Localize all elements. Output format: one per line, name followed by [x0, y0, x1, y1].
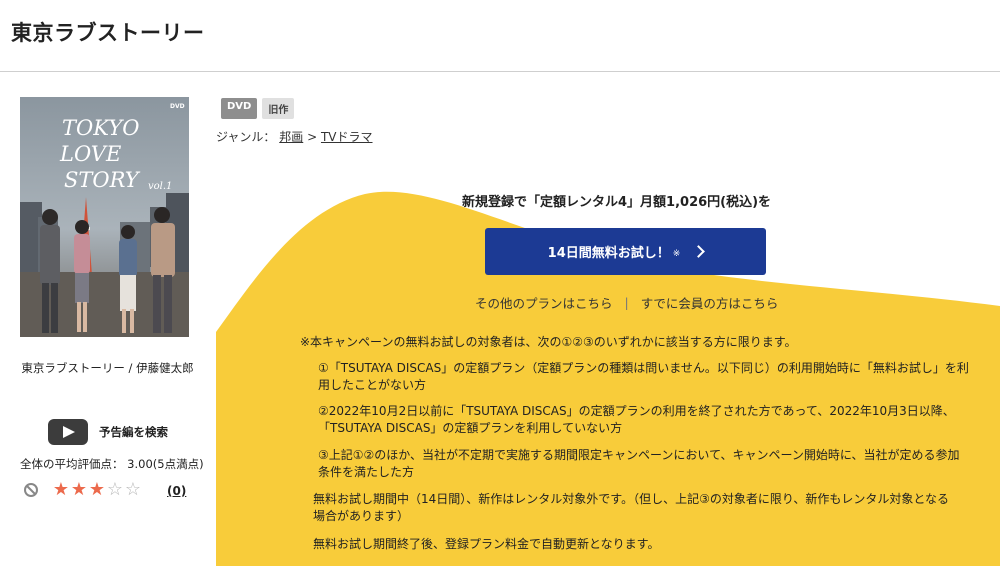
- terms-item-2b: 「TSUTAYA DISCAS」の定額プランを利用していない方: [318, 421, 623, 435]
- star-empty-icon: ☆: [124, 479, 142, 500]
- free-trial-note-mark: ※: [672, 248, 681, 259]
- play-icon: [48, 419, 88, 445]
- badge-old-release: 旧作: [262, 98, 295, 119]
- svg-text:vol.1: vol.1: [148, 181, 172, 192]
- terms-note-2: 無料お試し期間終了後、登録プラン料金で自動更新となります。: [313, 537, 660, 551]
- star-filled-icon: ★: [88, 479, 106, 500]
- terms-item-3a: ③上記①②のほか、当社が不定期で実施する期間限定キャンペーンにおいて、キャンペー…: [318, 448, 960, 462]
- chevron-right-icon: [692, 245, 706, 258]
- star-empty-icon: ☆: [106, 479, 124, 500]
- cover-art: TOKYO LOVE STORY vol.1 DVD: [20, 97, 189, 337]
- star-rating: ★ ★ ★ ☆ ☆: [52, 480, 142, 500]
- terms-note-1a: 無料お試し期間中（14日間）、新作はレンタル対象外です。（但し、上記③の対象者に…: [313, 492, 949, 506]
- review-count-link[interactable]: (0): [167, 484, 186, 498]
- promo-heading: 新規登録で「定額レンタル4」月額1,026円(税込)を: [462, 195, 772, 210]
- genre-prefix: ジャンル：: [216, 130, 276, 144]
- trailer-label: 予告編を検索: [99, 425, 168, 439]
- star-filled-icon: ★: [52, 479, 70, 500]
- free-trial-button[interactable]: 14日間無料お試し！ ※: [485, 228, 766, 275]
- svg-text:TOKYO: TOKYO: [62, 116, 139, 140]
- existing-members-link[interactable]: すでに会員の方はこちら: [641, 293, 779, 312]
- svg-text:LOVE: LOVE: [59, 142, 121, 166]
- prohibited-icon: [24, 483, 38, 497]
- page-header: 東京ラブストーリー: [0, 0, 1000, 72]
- terms-note-1b: 場合があります）: [313, 509, 410, 523]
- breadcrumb-separator: >: [307, 130, 318, 144]
- genre-link-tv-drama[interactable]: TVドラマ: [321, 130, 373, 144]
- terms-item-1a: ①「TSUTAYA DISCAS」の定額プラン（定額プランの種類は問いません。以…: [318, 361, 969, 375]
- product-caption: 東京ラブストーリー / 伊藤健太郎: [21, 361, 194, 375]
- free-trial-label: 14日間無料お試し！: [547, 246, 670, 261]
- other-plans-link[interactable]: その他のプランはこちら: [475, 293, 613, 312]
- average-rating-text: 全体の平均評価点： 3.00(5点満点): [20, 457, 204, 471]
- dvd-mark: DVD: [170, 103, 185, 110]
- page-title: 東京ラブストーリー: [11, 21, 205, 45]
- genre-link-japanese-film[interactable]: 邦画: [279, 130, 303, 144]
- terms-item-1b: 用したことがない方: [318, 378, 427, 392]
- terms-intro: ※本キャンペーンの無料お試しの対象者は、次の①②③のいずれかに該当する方に限りま…: [300, 335, 797, 349]
- star-filled-icon: ★: [70, 479, 88, 500]
- terms-item-2a: ②2022年10月2日以前に「TSUTAYA DISCAS」の定額プランの利用を…: [318, 404, 955, 418]
- genre-breadcrumb: ジャンル： 邦画 > TVドラマ: [216, 128, 373, 145]
- plan-links: その他のプランはこちら | すでに会員の方はこちら: [475, 293, 778, 312]
- cover-image[interactable]: TOKYO LOVE STORY vol.1 DVD: [20, 97, 189, 337]
- link-separator: |: [624, 295, 629, 310]
- rating-row: ★ ★ ★ ☆ ☆: [24, 480, 142, 500]
- badge-dvd: DVD: [221, 98, 258, 119]
- format-badges: DVD 旧作: [221, 98, 295, 119]
- trailer-search-button[interactable]: 予告編を検索: [48, 419, 168, 445]
- svg-text:STORY: STORY: [64, 168, 141, 192]
- terms-item-3b: 条件を満たした方: [318, 465, 415, 479]
